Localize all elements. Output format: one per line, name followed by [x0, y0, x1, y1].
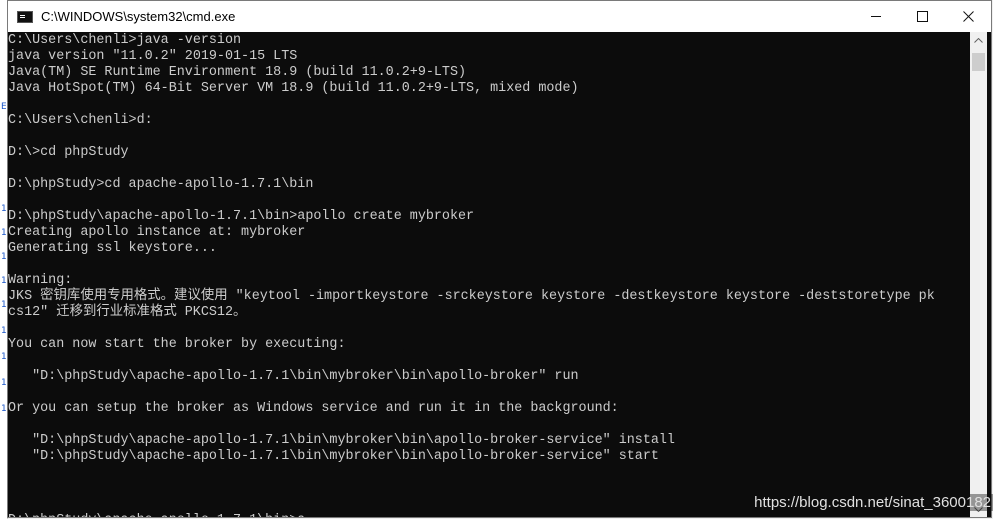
console-line: D:\>cd phpStudy	[8, 145, 129, 160]
close-icon	[962, 11, 974, 22]
maximize-button[interactable]	[899, 1, 945, 32]
console-line: "D:\phpStudy\apache-apollo-1.7.1\bin\myb…	[8, 433, 675, 448]
scrollbar-thumb[interactable]	[972, 53, 985, 71]
background-mark: 1	[1, 378, 6, 388]
console-line: Creating apollo instance at: mybroker	[8, 225, 306, 240]
background-mark: 1	[1, 300, 6, 310]
console-line: D:\phpStudy\apache-apollo-1.7.1\bin>apol…	[8, 209, 475, 224]
typed-input[interactable]: a	[297, 513, 305, 517]
vertical-scrollbar[interactable]	[970, 32, 987, 517]
console-line: C:\Users\chenli>d:	[8, 113, 153, 128]
prompt-text: D:\phpStudy\apache-apollo-1.7.1\bin>	[8, 513, 297, 517]
watermark-text: https://blog.csdn.net/sinat_3600182	[752, 494, 993, 511]
background-mark: 1	[1, 352, 6, 362]
minimize-button[interactable]	[853, 1, 899, 32]
console-line: Or you can setup the broker as Windows s…	[8, 401, 619, 416]
background-mark: 1	[1, 326, 6, 336]
console-line: You can now start the broker by executin…	[8, 337, 346, 352]
console-line: Java HotSpot(TM) 64-Bit Server VM 18.9 (…	[8, 81, 579, 96]
chevron-up-icon	[974, 38, 983, 43]
console-line: Java(TM) SE Runtime Environment 18.9 (bu…	[8, 65, 467, 80]
console-line: JKS 密钥库使用专用格式。建议使用 "keytool -importkeyst…	[8, 289, 935, 304]
cmd-icon[interactable]	[17, 10, 33, 23]
background-mark: 1	[1, 404, 6, 414]
background-mark: 1	[1, 228, 6, 238]
minimize-icon	[870, 16, 881, 17]
console-line: D:\phpStudy>cd apache-apollo-1.7.1\bin	[8, 177, 314, 192]
cmd-window: C:\WINDOWS\system32\cmd.exe C:\Users\che…	[7, 0, 992, 518]
console-line: "D:\phpStudy\apache-apollo-1.7.1\bin\myb…	[8, 369, 579, 384]
scroll-up-button[interactable]	[970, 32, 987, 49]
console-line: Generating ssl keystore...	[8, 241, 217, 256]
console-output[interactable]: C:\Users\chenli>java -version java versio…	[8, 32, 970, 517]
background-mark: 1	[1, 204, 6, 214]
window-title: C:\WINDOWS\system32\cmd.exe	[41, 9, 236, 24]
prompt-line[interactable]: D:\phpStudy\apache-apollo-1.7.1\bin>a	[8, 513, 314, 517]
background-mark: 1	[1, 276, 6, 286]
maximize-icon	[916, 11, 928, 22]
console-line: java version "11.0.2" 2019-01-15 LTS	[8, 49, 298, 64]
close-button[interactable]	[945, 1, 991, 32]
title-bar[interactable]: C:\WINDOWS\system32\cmd.exe	[8, 1, 991, 32]
console-line: Warning:	[8, 273, 73, 288]
background-mark: 1	[1, 252, 6, 262]
console-line: cs12" 迁移到行业标准格式 PKCS12。	[8, 305, 247, 320]
background-mark: E	[1, 102, 6, 112]
console-line: C:\Users\chenli>java -version	[8, 33, 242, 48]
console-line: "D:\phpStudy\apache-apollo-1.7.1\bin\myb…	[8, 449, 659, 464]
